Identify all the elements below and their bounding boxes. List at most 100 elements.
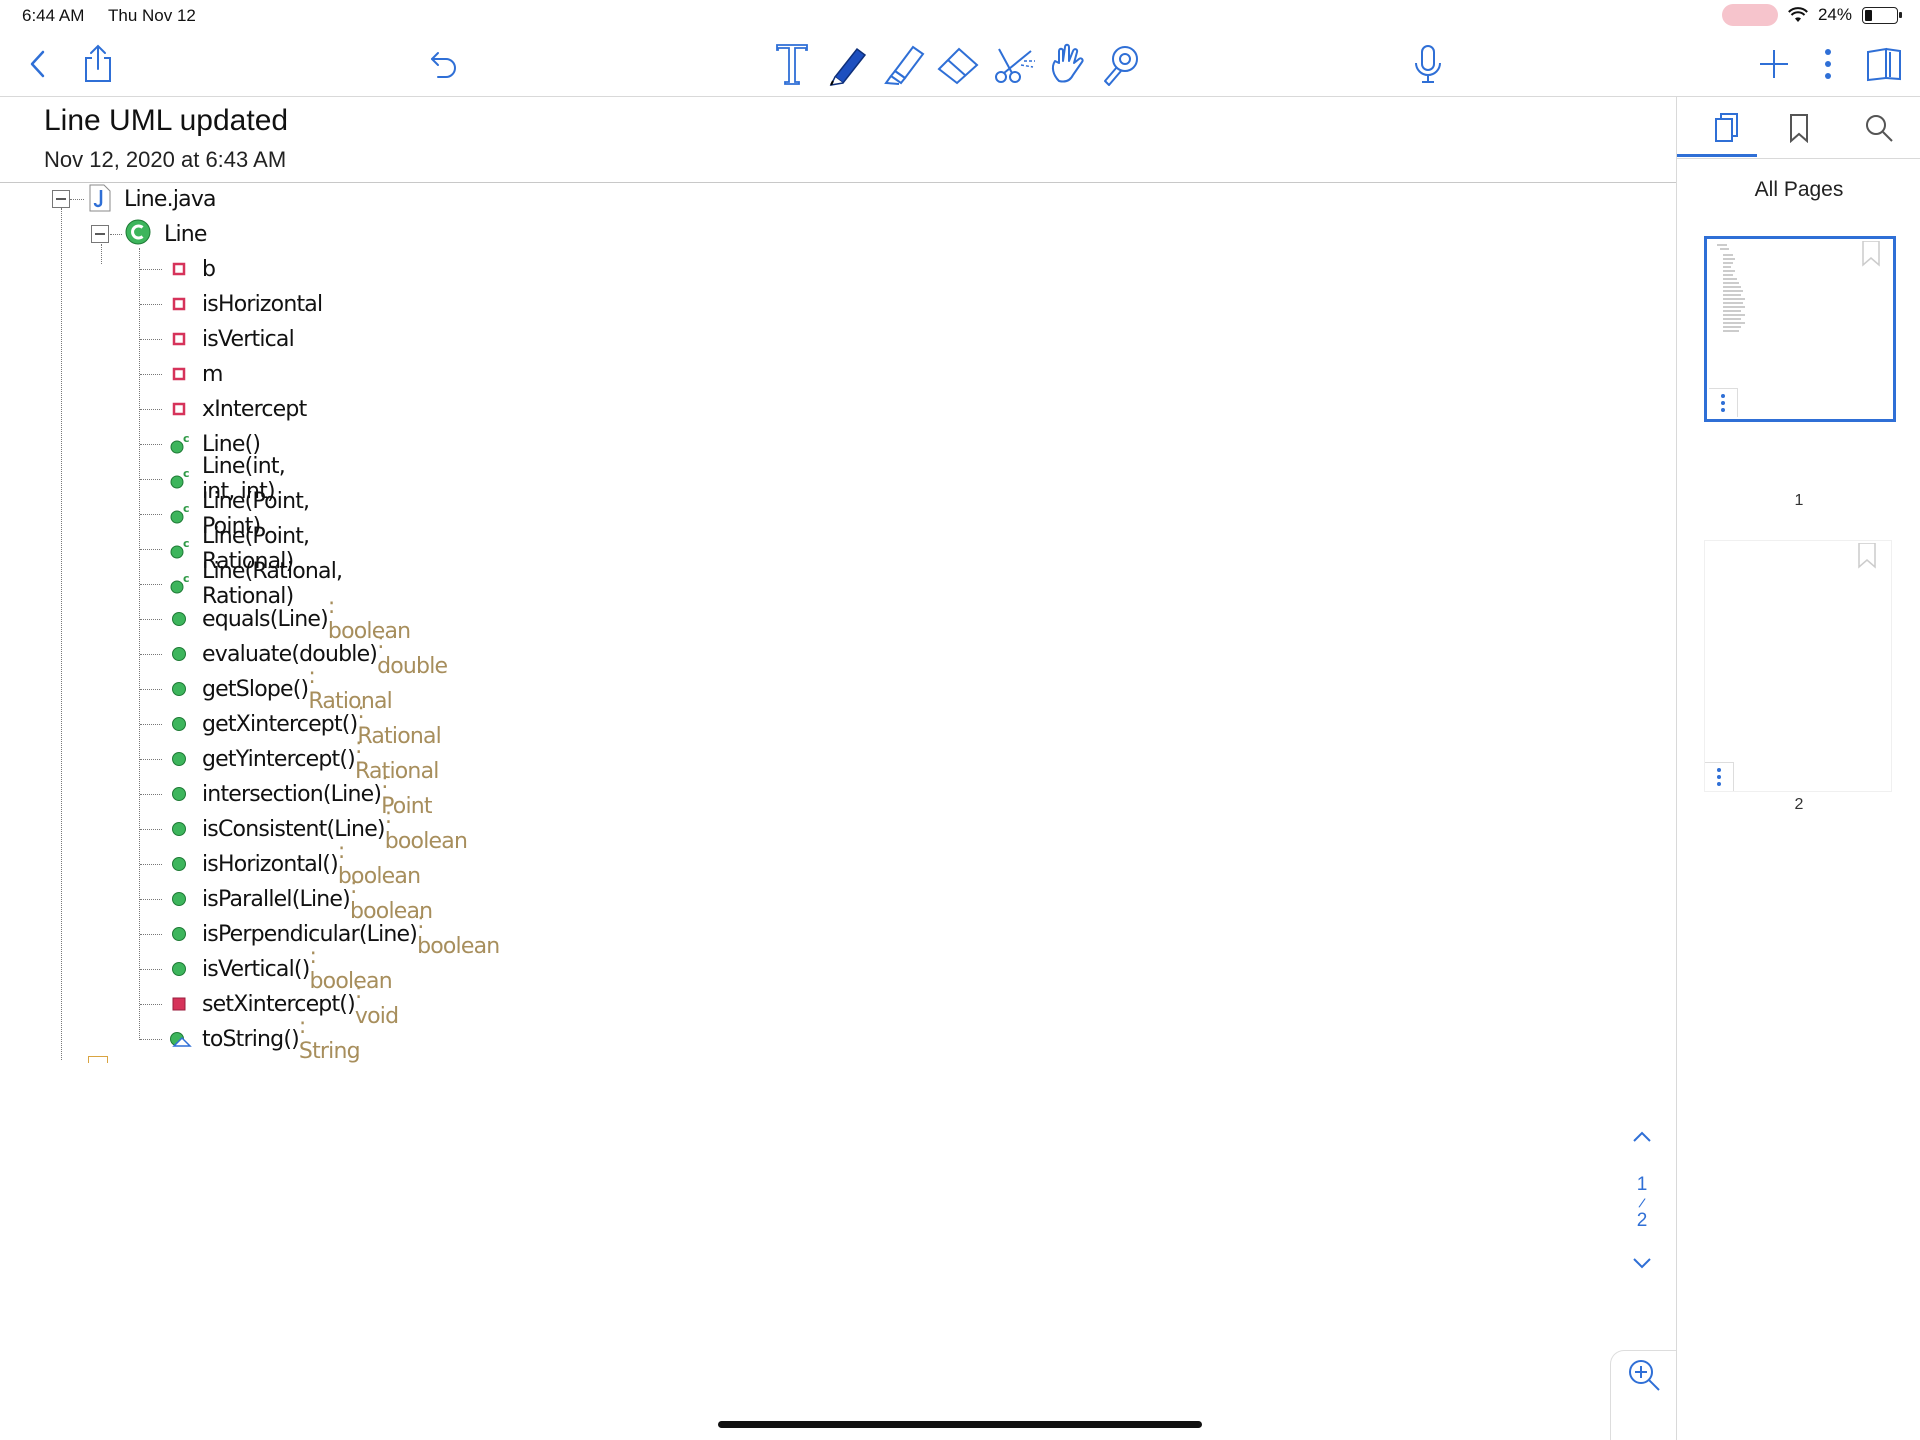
text-tool-icon[interactable] bbox=[768, 40, 816, 88]
document-date: Nov 12, 2020 at 6:43 AM bbox=[44, 147, 287, 172]
pen-tool-icon[interactable] bbox=[824, 40, 872, 88]
share-icon[interactable] bbox=[74, 40, 122, 88]
panel-tab-divider bbox=[1677, 158, 1920, 159]
hand-tool-icon[interactable] bbox=[1044, 40, 1092, 88]
public-method-icon bbox=[172, 647, 186, 661]
tree-file-label: Line.java bbox=[124, 186, 217, 212]
svg-text:c: c bbox=[183, 573, 190, 585]
tree-member-row: isParallel(Line) : boolean bbox=[202, 874, 433, 924]
laser-pointer-icon[interactable] bbox=[1098, 40, 1146, 88]
collapse-icon[interactable] bbox=[91, 225, 109, 243]
public-method-icon bbox=[172, 927, 186, 941]
java-file-icon bbox=[89, 184, 111, 212]
microphone-icon[interactable] bbox=[1404, 40, 1452, 88]
member-name: setXintercept() bbox=[202, 991, 356, 1017]
member-name: toString() bbox=[202, 1026, 300, 1052]
thumbnail-menu-icon[interactable] bbox=[1705, 762, 1734, 791]
private-field-icon bbox=[172, 367, 186, 381]
partial-tree-icon bbox=[88, 1056, 108, 1063]
public-method-icon bbox=[172, 717, 186, 731]
battery-percent: 24% bbox=[1817, 5, 1852, 24]
member-name: getXintercept() bbox=[202, 711, 358, 737]
member-return-type: : boolean bbox=[417, 909, 500, 959]
tree-class-label: Line bbox=[164, 221, 207, 247]
collapse-icon[interactable] bbox=[52, 190, 70, 208]
svg-text:c: c bbox=[183, 468, 190, 480]
back-icon[interactable] bbox=[14, 40, 62, 88]
pages-tab-icon[interactable] bbox=[1697, 106, 1757, 150]
battery-icon bbox=[1862, 6, 1902, 24]
constructor-icon: c bbox=[170, 573, 190, 594]
all-pages-heading: All Pages bbox=[1754, 178, 1844, 201]
sidebar-pages-icon[interactable] bbox=[1860, 40, 1908, 88]
member-name: Line() bbox=[202, 431, 261, 457]
member-name: getSlope() bbox=[202, 676, 309, 702]
public-method-icon bbox=[172, 892, 186, 906]
member-name: isHorizontal() bbox=[202, 851, 339, 877]
home-indicator bbox=[718, 1421, 1202, 1428]
member-name: equals(Line) bbox=[202, 606, 329, 632]
bookmarks-tab-icon[interactable] bbox=[1769, 106, 1829, 150]
member-name: intersection(Line) bbox=[202, 781, 382, 807]
tree-member-row: Line(Rational, Rational) bbox=[202, 559, 343, 609]
zoom-in-icon bbox=[1628, 1360, 1660, 1391]
page-thumbnail-2[interactable] bbox=[1704, 540, 1892, 792]
tree-member-row: xIntercept bbox=[202, 392, 307, 426]
member-return-type: : void bbox=[354, 979, 399, 1029]
thumbnail-preview bbox=[1717, 244, 1745, 332]
pages-sidebar: All Pages 1 2 bbox=[1676, 96, 1920, 1440]
member-name: isVertical() bbox=[202, 956, 310, 982]
tree-member-row: m bbox=[202, 357, 223, 391]
thumbnail-bookmark-icon[interactable] bbox=[1861, 241, 1881, 267]
public-method-icon bbox=[172, 682, 186, 696]
page-thumbnail-1[interactable] bbox=[1704, 236, 1896, 422]
member-name: m bbox=[202, 361, 223, 387]
eraser-tool-icon[interactable] bbox=[934, 40, 982, 88]
public-method-icon bbox=[172, 787, 186, 801]
undo-icon[interactable] bbox=[420, 40, 468, 88]
private-field-icon bbox=[172, 297, 186, 311]
status-date: Thu Nov 12 bbox=[108, 6, 196, 25]
constructor-icon: c bbox=[170, 433, 190, 454]
public-method-icon bbox=[172, 752, 186, 766]
add-page-icon[interactable] bbox=[1750, 40, 1798, 88]
toolbar-divider bbox=[0, 96, 1920, 97]
page-number-1: 1 bbox=[1794, 492, 1804, 509]
next-page-icon[interactable] bbox=[1631, 1256, 1653, 1270]
wifi-icon bbox=[1788, 7, 1808, 22]
header-divider bbox=[0, 182, 1676, 183]
member-name: isHorizontal bbox=[202, 291, 323, 317]
member-name: isVertical bbox=[202, 326, 295, 352]
private-field-icon bbox=[172, 332, 186, 346]
thumbnail-menu-icon[interactable] bbox=[1709, 388, 1738, 417]
page-navigator: 1 / 2 bbox=[1622, 1128, 1662, 1276]
public-method-icon bbox=[172, 612, 186, 626]
tree-member-row: toString() : String bbox=[202, 1014, 361, 1064]
tree-member-row: isVertical bbox=[202, 322, 295, 356]
thumbnail-bookmark-icon[interactable] bbox=[1857, 543, 1877, 569]
public-method-icon bbox=[172, 822, 186, 836]
private-method-icon bbox=[172, 997, 186, 1011]
private-field-icon bbox=[172, 402, 186, 416]
constructor-icon: c bbox=[170, 503, 190, 524]
constructor-icon: c bbox=[170, 468, 190, 489]
public-method-icon bbox=[172, 857, 186, 871]
active-tab-underline bbox=[1677, 154, 1757, 157]
status-time: 6:44 AM bbox=[22, 6, 85, 25]
lasso-scissors-icon[interactable] bbox=[990, 40, 1038, 88]
previous-page-icon[interactable] bbox=[1631, 1130, 1653, 1144]
constructor-icon: c bbox=[170, 538, 190, 559]
member-name: isParallel(Line) bbox=[202, 886, 351, 912]
override-method-icon bbox=[170, 1032, 192, 1047]
public-method-icon bbox=[172, 962, 186, 976]
more-options-icon[interactable] bbox=[1804, 40, 1852, 88]
svg-text:c: c bbox=[183, 538, 190, 550]
svg-text:c: c bbox=[183, 503, 190, 515]
svg-text:c: c bbox=[183, 433, 190, 445]
zoom-button[interactable] bbox=[1610, 1350, 1676, 1440]
highlighter-tool-icon[interactable] bbox=[880, 40, 928, 88]
search-tab-icon[interactable] bbox=[1849, 106, 1909, 150]
member-name: xIntercept bbox=[202, 396, 307, 422]
private-field-icon bbox=[172, 262, 186, 276]
member-name: getYintercept() bbox=[202, 746, 356, 772]
